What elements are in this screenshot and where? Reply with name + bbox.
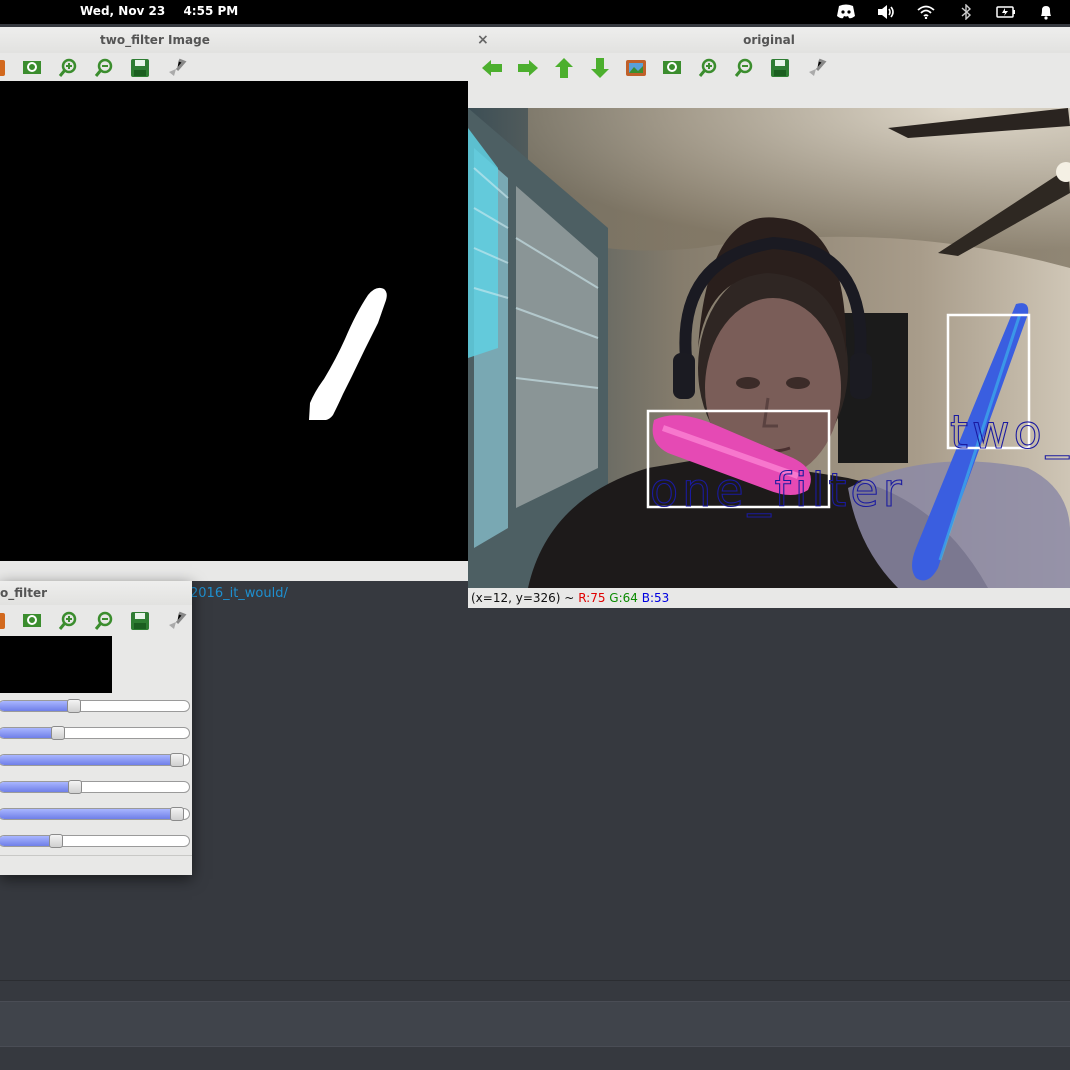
slider-handle[interactable] <box>49 834 63 848</box>
trackbar-window: o_filter <box>0 581 192 875</box>
blue-value: B:53 <box>641 591 670 605</box>
filter-window-titlebar[interactable]: two_filter Image <box>0 27 468 53</box>
one-filter-label: one_filter <box>650 463 906 517</box>
zoom-fit-icon[interactable] <box>14 606 50 636</box>
zoom-in-icon[interactable] <box>50 606 86 636</box>
slider-fill <box>0 755 177 765</box>
slider-fill <box>0 728 58 738</box>
clock[interactable]: Wed, Nov 23 4:55 PM <box>80 4 252 18</box>
filter-image-window: two_filter Image <box>0 27 468 581</box>
trackbar-window-toolbar <box>0 606 192 636</box>
two-filter-label: two_ <box>950 405 1070 459</box>
wall-poster <box>838 313 908 463</box>
trackbar-slider[interactable] <box>0 834 190 848</box>
save-icon[interactable] <box>122 53 158 83</box>
discord-icon[interactable] <box>836 3 856 21</box>
cursor-coordinates: (x=12, y=326) ~ <box>471 591 575 605</box>
trackbar-preview-canvas <box>0 636 112 693</box>
bluetooth-icon[interactable] <box>956 3 976 21</box>
wifi-icon[interactable] <box>916 3 936 21</box>
time-label: 4:55 PM <box>183 4 239 18</box>
trackbar-slider[interactable] <box>0 807 190 821</box>
trackbar-divider <box>0 855 192 856</box>
webcam-frame[interactable]: one_filter two_ <box>468 108 1070 588</box>
save-icon[interactable] <box>122 606 158 636</box>
chat-message-input[interactable] <box>0 1001 1070 1047</box>
system-top-bar: Wed, Nov 23 4:55 PM <box>0 0 1070 24</box>
pixel-info-statusbar: (x=12, y=326) ~ R:75 G:64 B:53 <box>468 588 1070 608</box>
slider-handle[interactable] <box>170 807 184 821</box>
slider-fill <box>0 836 56 846</box>
battery-icon[interactable] <box>996 3 1016 21</box>
slider-fill <box>0 809 177 819</box>
slider-handle[interactable] <box>68 780 82 794</box>
zoom-fit-icon[interactable] <box>14 53 50 83</box>
slider-handle[interactable] <box>170 753 184 767</box>
detected-blob <box>309 287 387 420</box>
zoom-in-icon[interactable] <box>50 53 86 83</box>
zoom-out-icon[interactable] <box>86 606 122 636</box>
trackbar-slider[interactable] <box>0 726 190 740</box>
binary-mask-canvas[interactable] <box>0 81 468 561</box>
slider-fill <box>0 701 74 711</box>
webcam-image: one_filter two_ <box>468 108 1070 588</box>
image-orange-icon[interactable] <box>0 53 14 83</box>
original-window-content: one_filter two_ (x=12, y=326) ~ R:75 G:6… <box>468 27 1070 608</box>
red-value: R:75 <box>578 591 606 605</box>
slider-fill <box>0 782 75 792</box>
image-orange-icon[interactable] <box>0 606 14 636</box>
properties-brush-icon[interactable] <box>158 606 192 636</box>
trackbar-slider[interactable] <box>0 780 190 794</box>
system-tray <box>836 3 1056 21</box>
chat-bottom-bar <box>0 1048 1070 1070</box>
chat-message-link[interactable]: 2016_it_would/ <box>190 586 288 601</box>
desktop: Wed, Nov 23 4:55 PM 2016_it_would/ two_f… <box>0 0 1070 1070</box>
slider-handle[interactable] <box>51 726 65 740</box>
trackbar-slider[interactable] <box>0 699 190 713</box>
trackbar-window-titlebar[interactable]: o_filter <box>0 581 192 605</box>
trackbar-slider[interactable] <box>0 753 190 767</box>
filter-window-statusbar <box>0 561 468 581</box>
zoom-out-icon[interactable] <box>86 53 122 83</box>
green-value: G:64 <box>609 591 638 605</box>
trackbar-window-title: o_filter <box>0 586 48 600</box>
notification-bell-icon[interactable] <box>1036 3 1056 21</box>
date-label: Wed, Nov 23 <box>80 4 166 18</box>
properties-brush-icon[interactable] <box>158 53 194 83</box>
filter-window-title: two_filter Image <box>100 33 210 47</box>
slider-handle[interactable] <box>67 699 81 713</box>
chat-divider <box>0 980 1070 981</box>
volume-icon[interactable] <box>876 3 896 21</box>
filter-window-toolbar <box>0 53 468 83</box>
